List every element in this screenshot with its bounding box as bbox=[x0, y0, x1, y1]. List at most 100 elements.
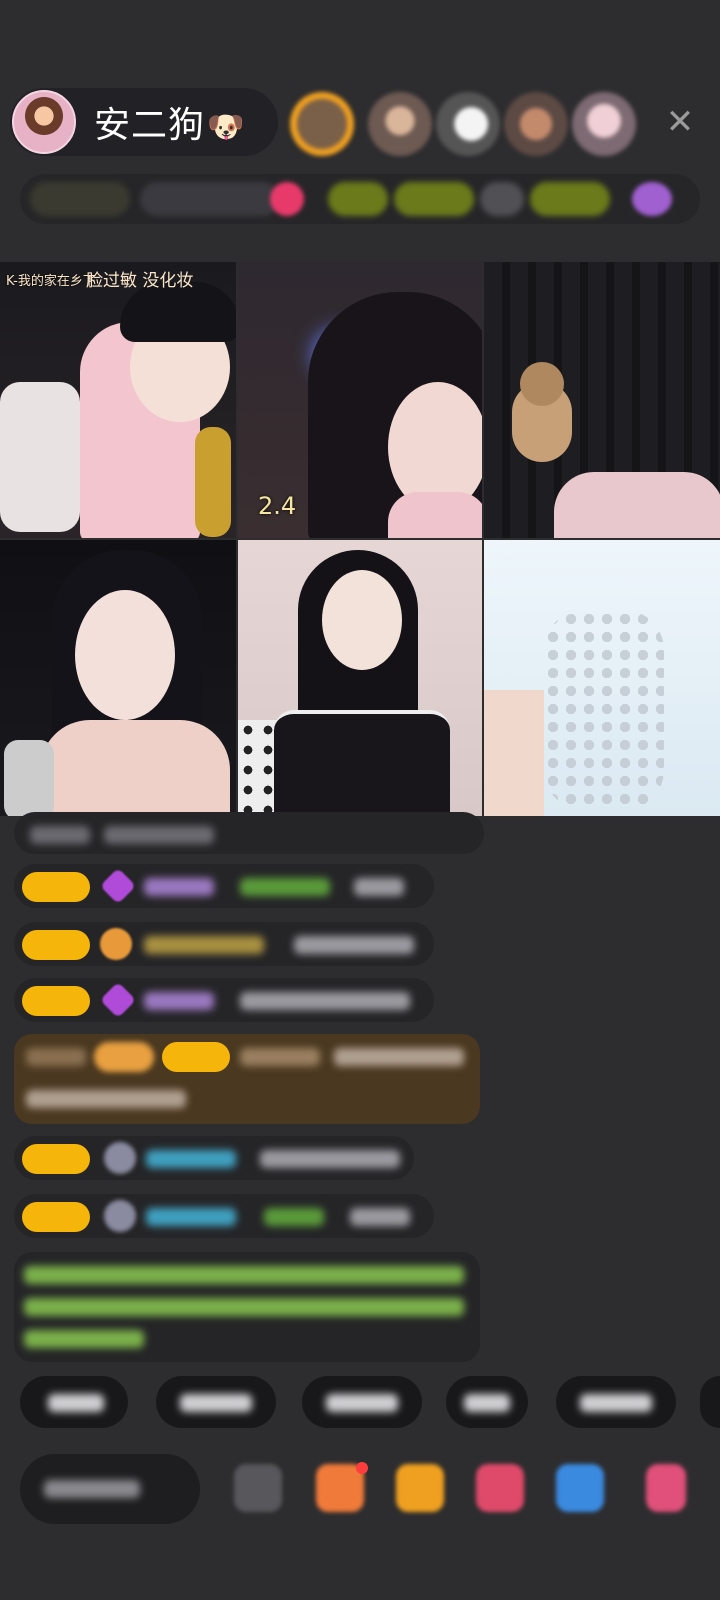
chat-message[interactable] bbox=[14, 922, 434, 966]
chat-text bbox=[354, 878, 404, 896]
chip-label bbox=[580, 1394, 652, 1412]
video-tile-4[interactable] bbox=[0, 540, 236, 816]
quick-reply-chip[interactable] bbox=[446, 1376, 528, 1428]
user-name bbox=[144, 878, 214, 896]
chat-text bbox=[240, 992, 410, 1010]
fan-level-badge bbox=[22, 872, 90, 902]
game-icon[interactable] bbox=[556, 1464, 604, 1512]
quick-reply-chip[interactable] bbox=[156, 1376, 276, 1428]
medal-icon bbox=[100, 928, 132, 960]
microphone bbox=[195, 427, 231, 537]
video-tile-1[interactable]: K-我的家在乡下 脸过敏 没化妆 bbox=[0, 262, 236, 538]
viewer-avatar[interactable] bbox=[368, 92, 432, 156]
chat-message[interactable] bbox=[14, 864, 434, 908]
user-name bbox=[146, 1150, 236, 1168]
chip-label bbox=[180, 1394, 252, 1412]
tile-caption-big: 脸过敏 没化妆 bbox=[86, 271, 194, 291]
user-avatar-icon bbox=[104, 1142, 136, 1174]
multi-guest-video-grid: K-我的家在乡下 脸过敏 没化妆 2.4 bbox=[0, 262, 720, 816]
pillow bbox=[0, 382, 80, 532]
host-profile-pill[interactable]: 安二狗🐶 bbox=[10, 88, 278, 156]
video-tile-3[interactable] bbox=[484, 262, 720, 538]
chat-message[interactable] bbox=[14, 978, 434, 1022]
tile-caption-small: K-我的家在乡下 bbox=[6, 274, 96, 289]
chat-message[interactable] bbox=[14, 812, 484, 854]
chat-message[interactable] bbox=[14, 1194, 434, 1238]
comment-placeholder bbox=[44, 1480, 140, 1498]
chat-text bbox=[26, 1048, 86, 1066]
noble-badge bbox=[94, 1042, 154, 1072]
quick-reply-chip[interactable] bbox=[556, 1376, 676, 1428]
user-name bbox=[264, 1208, 324, 1226]
tag-chip[interactable] bbox=[394, 182, 474, 216]
fan-level-badge bbox=[22, 1144, 90, 1174]
chat-text bbox=[334, 1048, 464, 1066]
user-name bbox=[240, 878, 330, 896]
guest-hair bbox=[120, 282, 236, 342]
viewer-avatar[interactable] bbox=[504, 92, 568, 156]
guest-shoulders bbox=[40, 720, 230, 816]
dog-emoji-icon: 🐶 bbox=[207, 110, 246, 145]
diamond-icon bbox=[99, 981, 137, 1019]
lucky-bag-icon[interactable] bbox=[476, 1464, 524, 1512]
fans-chip[interactable] bbox=[140, 182, 280, 216]
fan-level-badge bbox=[162, 1042, 230, 1072]
chat-text bbox=[30, 826, 90, 844]
notice-text bbox=[24, 1298, 464, 1316]
tag-chip[interactable] bbox=[530, 182, 610, 216]
close-icon[interactable]: ✕ bbox=[660, 102, 700, 142]
quick-reply-chip[interactable] bbox=[20, 1376, 128, 1428]
tag-chip[interactable] bbox=[328, 182, 388, 216]
user-name bbox=[146, 1208, 236, 1226]
host-name: 安二狗🐶 bbox=[94, 96, 245, 148]
viewer-avatar[interactable] bbox=[290, 92, 354, 156]
sequin-heart-pattern bbox=[544, 610, 664, 810]
emoji-icon[interactable] bbox=[234, 1464, 282, 1512]
live-header: 安二狗🐶 ✕ bbox=[0, 84, 720, 164]
tag-chip[interactable] bbox=[480, 182, 524, 216]
highlight-gift-message[interactable] bbox=[14, 1034, 480, 1124]
notification-dot bbox=[356, 1462, 368, 1474]
user-name bbox=[240, 1048, 320, 1066]
anchor-avatar-icon[interactable] bbox=[632, 182, 672, 216]
chip-label bbox=[48, 1394, 104, 1412]
ranking-chip[interactable] bbox=[30, 182, 130, 216]
chip-label bbox=[464, 1394, 510, 1412]
guest-back bbox=[554, 472, 720, 538]
guest-shirt bbox=[388, 492, 482, 538]
video-tile-6[interactable] bbox=[484, 540, 720, 816]
chat-text bbox=[294, 936, 414, 954]
host-name-text: 安二狗 bbox=[94, 105, 206, 146]
chat-text bbox=[26, 1090, 186, 1108]
user-name bbox=[144, 992, 214, 1010]
system-notice bbox=[14, 1252, 480, 1362]
chat-text bbox=[260, 1150, 400, 1168]
chat-text bbox=[350, 1208, 410, 1226]
host-avatar[interactable] bbox=[12, 90, 76, 154]
chat-message[interactable] bbox=[14, 1136, 414, 1180]
diamond-icon bbox=[99, 867, 137, 905]
user-name bbox=[144, 936, 264, 954]
bottom-action-bar bbox=[0, 1446, 720, 1536]
fan-level-badge bbox=[22, 986, 90, 1016]
video-tile-2[interactable]: 2.4 bbox=[238, 262, 482, 538]
comment-input[interactable] bbox=[20, 1454, 200, 1524]
notice-text bbox=[24, 1266, 464, 1284]
guest-arm bbox=[484, 690, 544, 816]
quick-reply-chip[interactable] bbox=[302, 1376, 422, 1428]
viewer-avatar[interactable] bbox=[436, 92, 500, 156]
fan-level-badge bbox=[22, 930, 90, 960]
quick-reply-chip[interactable] bbox=[700, 1376, 720, 1428]
treasure-icon[interactable] bbox=[396, 1464, 444, 1512]
gift-chip-icon[interactable] bbox=[270, 182, 304, 216]
guest-face bbox=[322, 570, 402, 670]
live-info-bar[interactable] bbox=[20, 174, 700, 224]
video-tile-5[interactable] bbox=[238, 540, 482, 816]
quick-reply-bar bbox=[0, 1376, 720, 1432]
more-gifts-icon[interactable] bbox=[646, 1464, 686, 1512]
tile-score: 2.4 bbox=[258, 492, 297, 520]
viewer-avatar[interactable] bbox=[572, 92, 636, 156]
teddy-bear-head bbox=[520, 362, 564, 406]
chip-label bbox=[326, 1394, 398, 1412]
guest-face bbox=[75, 590, 175, 720]
